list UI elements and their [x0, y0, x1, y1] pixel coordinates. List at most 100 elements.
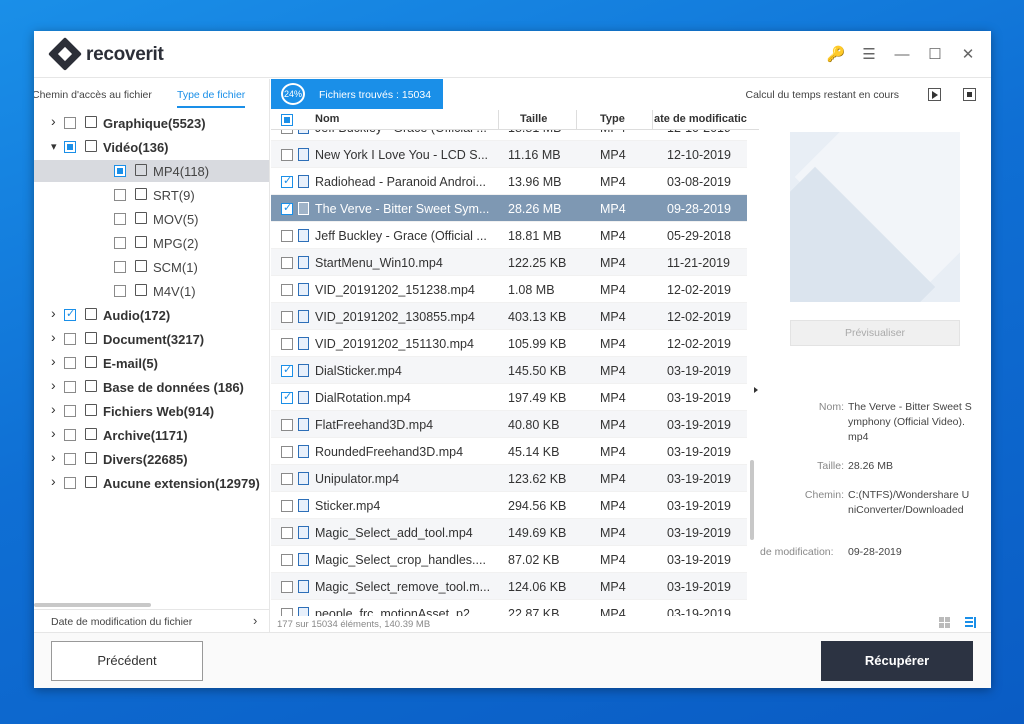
tree-node[interactable]: › Aucune extension(12979): [34, 472, 269, 494]
tree-checkbox[interactable]: [114, 237, 126, 249]
grid-view-icon[interactable]: [939, 617, 950, 628]
table-row[interactable]: New York I Love You - LCD S... 11.16 MB MP…: [271, 141, 747, 168]
row-checkbox[interactable]: [281, 201, 293, 215]
left-horizontal-scrollbar[interactable]: [34, 603, 151, 607]
tree-checkbox[interactable]: [64, 333, 76, 345]
tree-checkbox[interactable]: [64, 477, 76, 489]
tree-checkbox[interactable]: [114, 189, 126, 201]
table-row[interactable]: RoundedFreehand3D.mp4 45.14 KB MP4 03-19-20…: [271, 438, 747, 465]
tree-checkbox[interactable]: [114, 165, 126, 177]
tree-node[interactable]: MP4(118): [34, 160, 269, 182]
play-button[interactable]: [928, 88, 941, 101]
minimize-icon[interactable]: —: [892, 45, 912, 65]
date-filter-row[interactable]: Date de modification du fichier ›: [34, 609, 269, 632]
column-date[interactable]: ate de modificatic: [654, 113, 747, 125]
table-row[interactable]: DialRotation.mp4 197.49 KB MP4 03-19-2019: [271, 384, 747, 411]
row-checkbox[interactable]: [281, 554, 293, 566]
tree-node[interactable]: › Archive(1171): [34, 424, 269, 446]
tree-node[interactable]: › Document(3217): [34, 328, 269, 350]
tree-checkbox[interactable]: [114, 261, 126, 273]
tree-node[interactable]: SCM(1): [34, 256, 269, 278]
tree-node[interactable]: › E-mail(5): [34, 352, 269, 374]
table-row[interactable]: Magic_Select_add_tool.mp4 149.69 KB MP4 03-…: [271, 519, 747, 546]
column-divider[interactable]: [652, 110, 653, 130]
column-name[interactable]: Nom: [315, 113, 339, 125]
table-row[interactable]: Jeff Buckley - Grace (Official ... 18.81 …: [271, 130, 747, 141]
row-checkbox[interactable]: [281, 390, 293, 404]
table-row[interactable]: VID_20191202_130855.mp4 403.13 KB MP4 12-02…: [271, 303, 747, 330]
row-checkbox[interactable]: [281, 257, 293, 269]
chevron-right-icon[interactable]: ›: [51, 425, 61, 441]
row-checkbox[interactable]: [281, 363, 293, 377]
tree-node[interactable]: ▾ Vidéo(136): [34, 136, 269, 158]
tree-checkbox[interactable]: [114, 213, 126, 225]
tree-node[interactable]: › Graphique(5523): [34, 112, 269, 134]
row-checkbox[interactable]: [281, 311, 293, 323]
row-checkbox[interactable]: [281, 174, 293, 188]
stop-button[interactable]: [963, 88, 976, 101]
scrollbar-thumb[interactable]: [750, 460, 754, 540]
key-icon[interactable]: 🔑: [826, 45, 846, 65]
tree-checkbox[interactable]: [64, 307, 76, 321]
table-row[interactable]: FlatFreehand3D.mp4 40.80 KB MP4 03-19-2019: [271, 411, 747, 438]
select-all-checkbox[interactable]: [281, 114, 293, 126]
previous-button[interactable]: Précédent: [51, 641, 203, 681]
tree-node[interactable]: MPG(2): [34, 232, 269, 254]
tree-checkbox[interactable]: [64, 429, 76, 441]
tree-checkbox[interactable]: [64, 381, 76, 393]
tree-checkbox[interactable]: [114, 285, 126, 297]
tree-checkbox[interactable]: [64, 405, 76, 417]
table-row[interactable]: Sticker.mp4 294.56 KB MP4 03-19-2019: [271, 492, 747, 519]
chevron-right-icon[interactable]: ›: [51, 377, 61, 393]
row-checkbox[interactable]: [281, 500, 293, 512]
row-checkbox[interactable]: [281, 149, 293, 161]
maximize-icon[interactable]: ☐: [925, 45, 945, 65]
table-row[interactable]: VID_20191202_151238.mp4 1.08 MB MP4 12-02-2…: [271, 276, 747, 303]
table-row[interactable]: DialSticker.mp4 145.50 KB MP4 03-19-2019: [271, 357, 747, 384]
collapse-arrow-icon[interactable]: [754, 387, 758, 393]
tab-file-type[interactable]: Type de fichier: [177, 89, 246, 108]
tab-file-path[interactable]: Chemin d'accès au fichier: [34, 89, 152, 101]
row-checkbox[interactable]: [281, 581, 293, 593]
row-checkbox[interactable]: [281, 284, 293, 296]
chevron-right-icon[interactable]: ›: [51, 329, 61, 345]
table-row[interactable]: Jeff Buckley - Grace (Official ... 18.81 …: [271, 222, 747, 249]
list-view-icon[interactable]: [965, 617, 976, 628]
table-row[interactable]: The Verve - Bitter Sweet Sym... 28.26 MB M…: [271, 195, 747, 222]
tree-checkbox[interactable]: [64, 117, 76, 129]
tree-node[interactable]: › Fichiers Web(914): [34, 400, 269, 422]
tree-checkbox[interactable]: [64, 141, 76, 153]
chevron-right-icon[interactable]: ›: [51, 113, 61, 129]
row-checkbox[interactable]: [281, 230, 293, 242]
tree-checkbox[interactable]: [64, 357, 76, 369]
chevron-right-icon[interactable]: ›: [51, 473, 61, 489]
column-divider[interactable]: [498, 110, 499, 130]
table-row[interactable]: Unipulator.mp4 123.62 KB MP4 03-19-2019: [271, 465, 747, 492]
column-size[interactable]: Taille: [520, 113, 547, 125]
row-checkbox[interactable]: [281, 130, 293, 134]
row-checkbox[interactable]: [281, 527, 293, 539]
table-row[interactable]: Radiohead - Paranoid Androi... 13.96 MB MP…: [271, 168, 747, 195]
table-row[interactable]: Magic_Select_remove_tool.m... 124.06 KB MP…: [271, 573, 747, 600]
row-checkbox[interactable]: [281, 338, 293, 350]
row-checkbox[interactable]: [281, 608, 293, 616]
tree-node[interactable]: › Audio(172): [34, 304, 269, 326]
tree-node[interactable]: MOV(5): [34, 208, 269, 230]
tree-node[interactable]: SRT(9): [34, 184, 269, 206]
close-icon[interactable]: ✕: [958, 45, 978, 65]
chevron-right-icon[interactable]: ›: [51, 353, 61, 369]
row-checkbox[interactable]: [281, 446, 293, 458]
tree-checkbox[interactable]: [64, 453, 76, 465]
chevron-right-icon[interactable]: ›: [51, 305, 61, 321]
recover-button[interactable]: Récupérer: [821, 641, 973, 681]
preview-button[interactable]: Prévisualiser: [790, 320, 960, 346]
column-type[interactable]: Type: [600, 113, 625, 125]
chevron-down-icon[interactable]: ▾: [51, 140, 61, 153]
chevron-right-icon[interactable]: ›: [51, 449, 61, 465]
tree-node[interactable]: M4V(1): [34, 280, 269, 302]
table-row[interactable]: VID_20191202_151130.mp4 105.99 KB MP4 12-02…: [271, 330, 747, 357]
table-row[interactable]: StartMenu_Win10.mp4 122.25 KB MP4 11-21-201…: [271, 249, 747, 276]
table-row[interactable]: Magic_Select_crop_handles.... 87.02 KB MP4…: [271, 546, 747, 573]
chevron-right-icon[interactable]: ›: [51, 401, 61, 417]
tree-node[interactable]: › Divers(22685): [34, 448, 269, 470]
